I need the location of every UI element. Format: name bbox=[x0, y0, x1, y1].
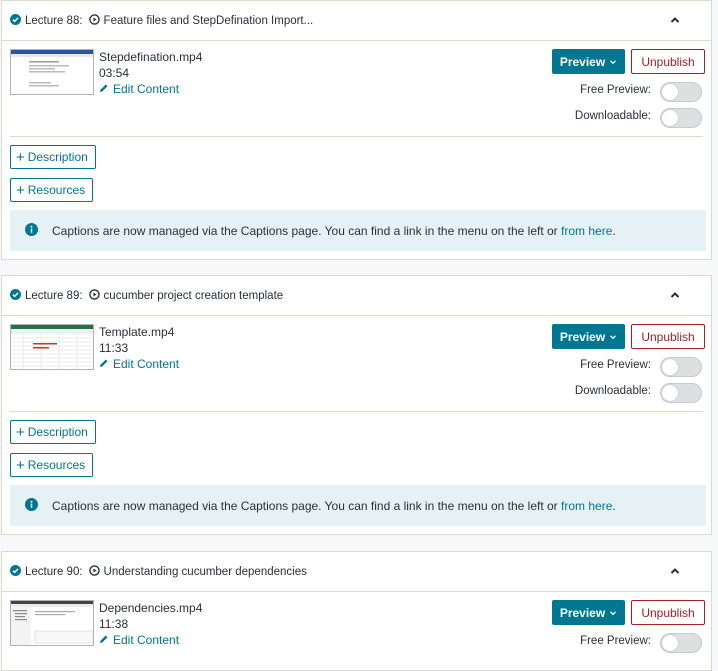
edit-content-label: Edit Content bbox=[113, 82, 180, 96]
chevron-up-icon[interactable] bbox=[669, 565, 681, 577]
lecture-number: Lecture 89: bbox=[25, 289, 83, 302]
resources-label: Resources bbox=[27, 458, 86, 472]
lecture-header[interactable]: Lecture 89: cucumber project creation te… bbox=[2, 276, 711, 316]
resources-label: Resources bbox=[27, 183, 86, 197]
captions-message: Captions are now managed via the Caption… bbox=[52, 498, 558, 513]
info-circle-icon bbox=[25, 222, 38, 239]
downloadable-label: Downloadable: bbox=[574, 385, 651, 397]
free-preview-label: Free Preview: bbox=[580, 359, 651, 371]
plus-icon: + bbox=[16, 456, 25, 474]
edit-content-label: Edit Content bbox=[113, 633, 180, 647]
preview-button[interactable]: Preview bbox=[552, 324, 625, 349]
preview-button[interactable]: Preview bbox=[552, 600, 625, 625]
preview-label: Preview bbox=[559, 605, 606, 620]
pencil-icon bbox=[99, 357, 109, 371]
description-label: Description bbox=[27, 425, 88, 439]
video-duration: 03:54 bbox=[99, 66, 130, 80]
preview-label: Preview bbox=[559, 54, 606, 69]
downloadable-label: Downloadable: bbox=[574, 110, 651, 122]
edit-content-link[interactable]: Edit Content bbox=[99, 633, 179, 647]
file-name: Stepdefination.mp4 bbox=[99, 50, 203, 64]
downloadable-toggle[interactable] bbox=[660, 108, 702, 128]
captions-notice: Captions are now managed via the Caption… bbox=[10, 210, 706, 251]
check-circle-icon bbox=[10, 564, 21, 579]
lecture-title: Understanding cucumber dependencies bbox=[103, 565, 307, 578]
edit-content-link[interactable]: Edit Content bbox=[99, 357, 179, 371]
free-preview-label: Free Preview: bbox=[580, 84, 651, 96]
description-label: Description bbox=[27, 150, 88, 164]
play-circle-icon bbox=[88, 564, 100, 579]
plus-icon: + bbox=[16, 181, 25, 199]
video-duration: 11:33 bbox=[99, 341, 129, 355]
edit-content-link[interactable]: Edit Content bbox=[99, 82, 179, 96]
lecture-number: Lecture 90: bbox=[25, 565, 83, 578]
free-preview-toggle[interactable] bbox=[660, 357, 702, 377]
add-resources-button[interactable]: + Resources bbox=[10, 178, 94, 202]
chevron-up-icon[interactable] bbox=[669, 14, 681, 26]
free-preview-toggle[interactable] bbox=[660, 82, 702, 102]
video-duration: 11:38 bbox=[99, 617, 129, 631]
pencil-icon bbox=[99, 633, 109, 647]
captions-link[interactable]: from here bbox=[561, 224, 612, 238]
add-resources-button[interactable]: + Resources bbox=[10, 453, 94, 477]
lecture-card: Lecture 88: Feature files and StepDefina… bbox=[1, 0, 712, 260]
free-preview-toggle[interactable] bbox=[660, 633, 702, 653]
captions-message: Captions are now managed via the Caption… bbox=[52, 223, 558, 238]
video-thumbnail[interactable] bbox=[10, 49, 94, 95]
divider bbox=[10, 411, 703, 412]
downloadable-toggle[interactable] bbox=[660, 383, 702, 403]
unpublish-button[interactable]: Unpublish bbox=[631, 49, 705, 74]
lecture-title: cucumber project creation template bbox=[103, 289, 284, 302]
lecture-title: Feature files and StepDefination Import.… bbox=[103, 14, 314, 27]
captions-text: Captions are now managed via the Caption… bbox=[52, 224, 616, 238]
chevron-down-icon bbox=[609, 330, 617, 344]
free-preview-label: Free Preview: bbox=[580, 635, 651, 647]
play-circle-icon bbox=[88, 13, 100, 28]
preview-button[interactable]: Preview bbox=[552, 49, 625, 74]
video-thumbnail[interactable] bbox=[10, 600, 94, 646]
lecture-card: Lecture 90: Understanding cucumber depen… bbox=[1, 551, 712, 671]
chevron-down-icon bbox=[609, 606, 617, 620]
unpublish-button[interactable]: Unpublish bbox=[631, 600, 705, 625]
lecture-header[interactable]: Lecture 88: Feature files and StepDefina… bbox=[2, 1, 711, 41]
file-name: Dependencies.mp4 bbox=[99, 601, 203, 615]
chevron-down-icon bbox=[609, 55, 617, 69]
file-name: Template.mp4 bbox=[99, 325, 175, 339]
divider bbox=[10, 136, 703, 137]
check-circle-icon bbox=[10, 288, 21, 303]
add-description-button[interactable]: + Description bbox=[10, 145, 96, 169]
info-circle-icon bbox=[25, 497, 38, 514]
plus-icon: + bbox=[16, 423, 25, 441]
lecture-card: Lecture 89: cucumber project creation te… bbox=[1, 275, 712, 535]
captions-text: Captions are now managed via the Caption… bbox=[52, 499, 616, 513]
unpublish-button[interactable]: Unpublish bbox=[631, 324, 705, 349]
captions-end: . bbox=[612, 498, 616, 513]
lecture-number: Lecture 88: bbox=[25, 14, 83, 27]
captions-notice: Captions are now managed via the Caption… bbox=[10, 485, 706, 526]
play-circle-icon bbox=[88, 288, 100, 303]
captions-end: . bbox=[612, 223, 616, 238]
preview-label: Preview bbox=[559, 329, 606, 344]
check-circle-icon bbox=[10, 13, 21, 28]
captions-link[interactable]: from here bbox=[561, 499, 612, 513]
video-thumbnail[interactable] bbox=[10, 324, 94, 370]
chevron-up-icon[interactable] bbox=[669, 289, 681, 301]
pencil-icon bbox=[99, 82, 109, 96]
lecture-header[interactable]: Lecture 90: Understanding cucumber depen… bbox=[2, 552, 711, 592]
plus-icon: + bbox=[16, 148, 25, 166]
add-description-button[interactable]: + Description bbox=[10, 420, 96, 444]
edit-content-label: Edit Content bbox=[113, 357, 180, 371]
